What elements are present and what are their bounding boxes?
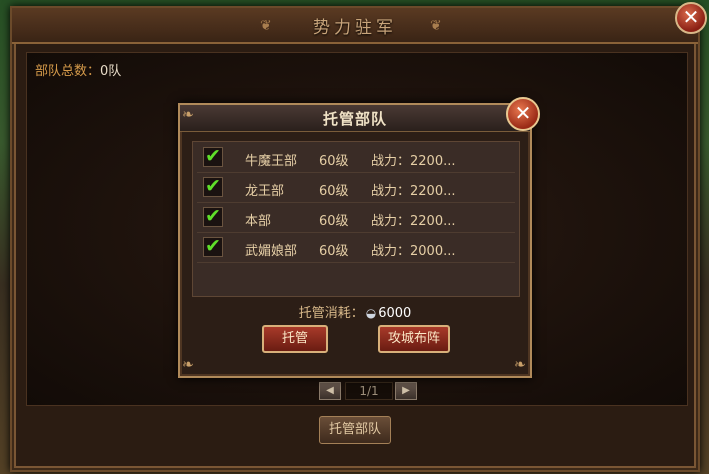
silver-ingot-icon: ◒ bbox=[365, 306, 377, 320]
troop-power: 战力：2000... bbox=[371, 244, 456, 259]
garrison-titlebar: ❦ 势力驻军 ❦ bbox=[12, 8, 698, 44]
host-troops-dialog: 托管部队 ❧ ❧ ❧ ✕ ✔ 牛魔王部 60级 战力：2200... ✔ 龙王部… bbox=[178, 97, 540, 378]
dialog-titlebar: 托管部队 bbox=[180, 105, 530, 132]
troop-count-label: 部队总数： bbox=[35, 64, 101, 79]
siege-formation-button[interactable]: 攻城布阵 bbox=[378, 325, 450, 353]
troop-name: 本部 bbox=[245, 214, 272, 229]
next-page-button[interactable]: ▶ bbox=[395, 382, 417, 400]
troop-checkbox[interactable]: ✔ bbox=[203, 147, 223, 167]
garrison-window-title: 势力驻军 bbox=[313, 18, 397, 38]
corner-ornament-icon: ❧ bbox=[182, 357, 194, 373]
host-button[interactable]: 托管 bbox=[262, 325, 328, 353]
troop-count: 部队总数：0队 bbox=[35, 60, 121, 79]
title-ornament-right-icon: ❦ bbox=[430, 18, 442, 34]
troop-checkbox[interactable]: ✔ bbox=[203, 207, 223, 227]
corner-ornament-icon: ❧ bbox=[514, 357, 526, 373]
troop-count-value: 0队 bbox=[100, 64, 122, 79]
troop-level: 60级 bbox=[319, 244, 349, 259]
troop-checkbox[interactable]: ✔ bbox=[203, 177, 223, 197]
troop-row[interactable]: ✔ 武媚娘部 60级 战力：2000... bbox=[197, 234, 515, 263]
troop-name: 武媚娘部 bbox=[245, 244, 298, 259]
garrison-close-button[interactable]: ✕ bbox=[675, 2, 707, 34]
hosting-cost-value: 6000 bbox=[378, 306, 412, 321]
manage-troops-button[interactable]: 托管部队 bbox=[319, 416, 391, 444]
troop-level: 60级 bbox=[319, 154, 349, 169]
troop-row[interactable]: ✔ 本部 60级 战力：2200... bbox=[197, 204, 515, 233]
dialog-close-button[interactable]: ✕ bbox=[506, 97, 540, 131]
troop-level: 60级 bbox=[319, 184, 349, 199]
troop-list: ✔ 牛魔王部 60级 战力：2200... ✔ 龙王部 60级 战力：2200.… bbox=[192, 141, 520, 297]
troop-name: 龙王部 bbox=[245, 184, 285, 199]
corner-ornament-icon: ❧ bbox=[182, 107, 194, 123]
page-indicator: 1/1 bbox=[345, 382, 393, 400]
troop-name: 牛魔王部 bbox=[245, 154, 298, 169]
troop-power: 战力：2200... bbox=[371, 154, 456, 169]
dialog-title: 托管部队 bbox=[322, 110, 387, 128]
hosting-cost-label: 托管消耗： bbox=[298, 306, 364, 321]
troop-row[interactable]: ✔ 龙王部 60级 战力：2200... bbox=[197, 174, 515, 203]
troop-power: 战力：2200... bbox=[371, 214, 456, 229]
troop-row[interactable]: ✔ 牛魔王部 60级 战力：2200... bbox=[197, 144, 515, 173]
troop-level: 60级 bbox=[319, 214, 349, 229]
troop-power: 战力：2200... bbox=[371, 184, 456, 199]
troop-checkbox[interactable]: ✔ bbox=[203, 237, 223, 257]
hosting-cost: 托管消耗： ◒ 6000 bbox=[180, 302, 530, 321]
prev-page-button[interactable]: ◀ bbox=[319, 382, 341, 400]
